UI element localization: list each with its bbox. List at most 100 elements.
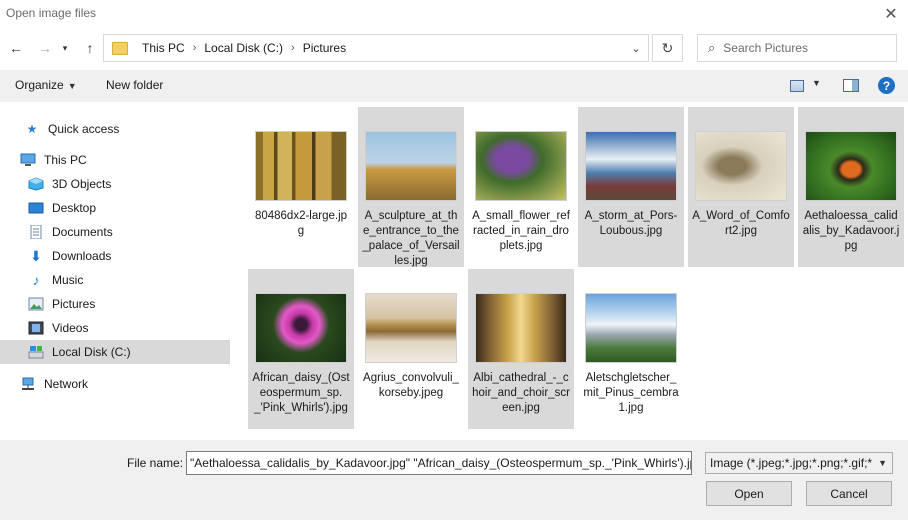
file-name-label: African_daisy_(Osteospermum_sp._'Pink_Wh… xyxy=(252,372,350,414)
sidebar-item-label: Network xyxy=(44,377,89,391)
sidebar-item-label: Pictures xyxy=(52,297,96,311)
sidebar-item-this-pc[interactable]: This PC xyxy=(0,148,230,172)
network-icon xyxy=(20,377,36,391)
title-bar: Open image files ✕ xyxy=(0,0,908,28)
open-button[interactable]: Open xyxy=(706,481,792,506)
sidebar-item-label: Local Disk (C:) xyxy=(52,345,131,359)
organize-button[interactable]: Organize ▼ xyxy=(15,78,77,92)
back-arrow-icon[interactable]: ← xyxy=(5,36,27,60)
change-view-icon[interactable] xyxy=(790,80,804,92)
drive-icon xyxy=(28,345,44,359)
sidebar-item-label: Downloads xyxy=(52,249,112,263)
sidebar-item-label: Videos xyxy=(52,321,89,335)
file-tile[interactable]: Agrius_convolvuli_korseby.jpeg xyxy=(358,269,464,429)
file-name-label: Agrius_convolvuli_korseby.jpeg xyxy=(363,372,459,399)
file-tile[interactable]: Albi_cathedral_-_choir_and_choir_screen.… xyxy=(468,269,574,429)
file-list: 80486dx2-large.jpg A_sculpture_at_the_en… xyxy=(234,102,908,440)
chevron-down-icon[interactable]: ▼ xyxy=(812,78,821,88)
thumbnail-image xyxy=(695,131,787,201)
sidebar-item-label: Music xyxy=(52,273,84,287)
sidebar-item-downloads[interactable]: ⬇ Downloads xyxy=(0,244,230,268)
close-icon[interactable]: ✕ xyxy=(880,3,902,25)
thumbnail-image xyxy=(475,293,567,363)
thumbnail-image xyxy=(475,131,567,201)
sidebar-item-quick-access[interactable]: ★ Quick access xyxy=(0,117,230,141)
sidebar-item-documents[interactable]: Documents xyxy=(0,220,230,244)
file-name-label: Aethaloessa_calidalis_by_Kadavoor.jpg xyxy=(802,210,900,252)
file-tile[interactable]: African_daisy_(Osteospermum_sp._'Pink_Wh… xyxy=(248,269,354,429)
chevron-down-icon: ▼ xyxy=(67,81,77,91)
search-icon: ⌕ xyxy=(708,40,716,55)
sidebar-item-desktop[interactable]: Desktop xyxy=(0,196,230,220)
sidebar-item-3d-objects[interactable]: 3D Objects xyxy=(0,172,230,196)
sidebar-item-label: Quick access xyxy=(48,122,120,136)
file-type-select[interactable]: Image (*.jpeg;*.jpg;*.png;*.gif;* ▼ xyxy=(705,452,893,474)
sidebar-item-label: Desktop xyxy=(52,201,97,215)
breadcrumb-local-disk[interactable]: Local Disk (C:) xyxy=(204,41,283,55)
navigation-bar: ← → ▾ ↑ This PC › Local Disk (C:) › Pict… xyxy=(0,32,908,64)
navigation-pane: ★ Quick access This PC 3D Objects Deskto… xyxy=(0,102,232,440)
file-name-label: A_Word_of_Comfort2.jpg xyxy=(692,210,790,237)
refresh-icon[interactable]: ↻ xyxy=(652,34,683,62)
thumbnail-image xyxy=(365,293,457,363)
sidebar-item-label: This PC xyxy=(44,153,87,167)
file-name-label: A_sculpture_at_the_entrance_to_the_palac… xyxy=(362,210,460,267)
thumbnail-image xyxy=(365,131,457,201)
sidebar-item-pictures[interactable]: Pictures xyxy=(0,292,230,316)
up-arrow-icon[interactable]: ↑ xyxy=(79,36,101,60)
file-tile[interactable]: A_small_flower_refracted_in_rain_droplet… xyxy=(468,107,574,267)
thumbnail-image xyxy=(255,293,347,363)
new-folder-button[interactable]: New folder xyxy=(106,78,163,92)
file-name-label: A_small_flower_refracted_in_rain_droplet… xyxy=(472,210,570,252)
window-title: Open image files xyxy=(6,6,97,20)
download-icon: ⬇ xyxy=(30,247,42,264)
breadcrumb-pictures[interactable]: Pictures xyxy=(303,41,346,55)
file-name-value: "Aethaloessa_calidalis_by_Kadavoor.jpg" … xyxy=(190,456,692,470)
sidebar-item-videos[interactable]: Videos xyxy=(0,316,230,340)
sidebar-item-network[interactable]: Network xyxy=(0,372,230,396)
file-name-label: File name: xyxy=(127,456,184,470)
pane-divider[interactable] xyxy=(232,102,233,440)
search-placeholder: Search Pictures xyxy=(723,41,808,55)
search-input[interactable]: ⌕ Search Pictures xyxy=(697,34,897,62)
file-tile[interactable]: A_storm_at_Pors-Loubous.jpg xyxy=(578,107,684,267)
breadcrumb-separator-icon[interactable]: › xyxy=(193,42,197,54)
sidebar-item-music[interactable]: ♪ Music xyxy=(0,268,230,292)
organize-label: Organize xyxy=(15,78,64,92)
breadcrumb-separator-icon[interactable]: › xyxy=(291,42,295,54)
file-name-label: A_storm_at_Pors-Loubous.jpg xyxy=(584,210,678,237)
star-icon: ★ xyxy=(26,122,38,136)
sidebar-item-label: Documents xyxy=(52,225,113,239)
thumbnail-image xyxy=(255,131,347,201)
file-name-label: Albi_cathedral_-_choir_and_choir_screen.… xyxy=(472,372,570,414)
file-tile[interactable]: 80486dx2-large.jpg xyxy=(248,107,354,267)
file-tile[interactable]: Aletschgletscher_mit_Pinus_cembra1.jpg xyxy=(578,269,684,429)
file-type-value: Image (*.jpeg;*.jpg;*.png;*.gif;* xyxy=(710,456,873,470)
cube-icon xyxy=(28,177,44,191)
preview-pane-icon[interactable] xyxy=(843,79,859,92)
computer-icon xyxy=(20,153,36,167)
picture-icon xyxy=(28,297,44,311)
sidebar-item-local-disk[interactable]: Local Disk (C:) xyxy=(0,340,230,364)
command-toolbar: Organize ▼ New folder ▼ ? xyxy=(0,70,908,102)
document-icon xyxy=(28,225,44,239)
forward-arrow-icon[interactable]: → xyxy=(34,36,56,60)
desktop-icon xyxy=(28,201,44,215)
sidebar-item-label: 3D Objects xyxy=(52,177,112,191)
thumbnail-image xyxy=(585,131,677,201)
address-bar[interactable]: This PC › Local Disk (C:) › Pictures ⌄ xyxy=(103,34,649,62)
chevron-down-icon[interactable]: ⌄ xyxy=(624,35,648,61)
file-name-input[interactable]: "Aethaloessa_calidalis_by_Kadavoor.jpg" … xyxy=(186,451,692,475)
file-tile[interactable]: A_sculpture_at_the_entrance_to_the_palac… xyxy=(358,107,464,267)
file-name-label: 80486dx2-large.jpg xyxy=(254,210,348,237)
help-icon[interactable]: ? xyxy=(878,77,895,94)
thumbnail-image xyxy=(805,131,897,201)
file-tile[interactable]: Aethaloessa_calidalis_by_Kadavoor.jpg xyxy=(798,107,904,267)
file-tile[interactable]: A_Word_of_Comfort2.jpg xyxy=(688,107,794,267)
cancel-button[interactable]: Cancel xyxy=(806,481,892,506)
thumbnail-image xyxy=(585,293,677,363)
breadcrumb-this-pc[interactable]: This PC xyxy=(142,41,185,55)
music-icon: ♪ xyxy=(32,272,40,288)
recent-locations-chevron-icon[interactable]: ▾ xyxy=(58,36,72,60)
file-name-label: Aletschgletscher_mit_Pinus_cembra1.jpg xyxy=(583,372,679,414)
